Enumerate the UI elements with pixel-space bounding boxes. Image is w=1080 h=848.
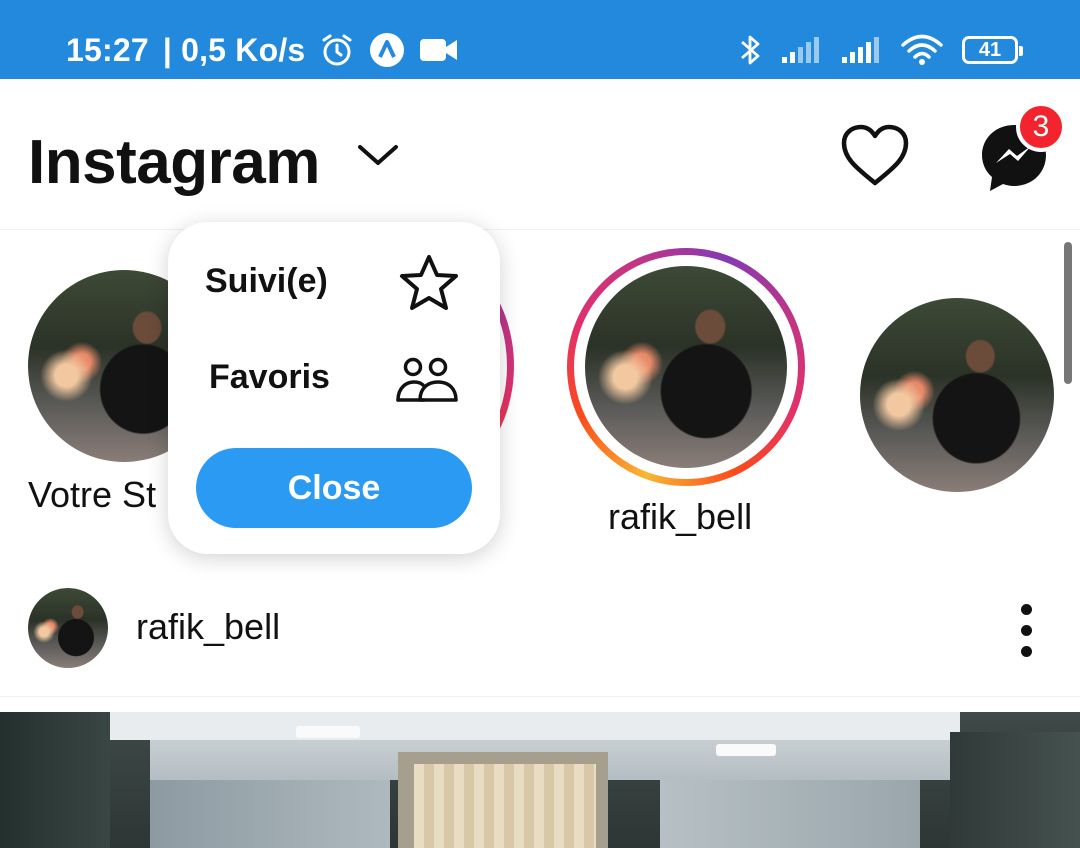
people-icon xyxy=(394,356,460,411)
story-label-rafik-bell: rafik_bell xyxy=(608,496,753,537)
status-bar: 15:27 | 0,5 Ko/s 41 xyxy=(0,0,1080,79)
status-bar-right: 41 xyxy=(738,28,1023,72)
video-camera-icon xyxy=(419,35,459,65)
signal-1-icon xyxy=(780,35,822,65)
battery-level: 41 xyxy=(978,38,1002,61)
menu-item-following[interactable]: Suivi(e) xyxy=(168,242,500,322)
avatar xyxy=(585,266,787,468)
wifi-icon xyxy=(900,34,944,66)
scrollbar[interactable] xyxy=(1064,242,1072,384)
more-vertical-icon[interactable] xyxy=(1010,590,1042,670)
post-image[interactable] xyxy=(0,712,1080,848)
feed-menu-popup: Suivi(e) Favoris Close xyxy=(168,222,500,554)
story-rafik-bell[interactable] xyxy=(567,248,805,486)
chevron-down-icon[interactable] xyxy=(356,141,400,176)
app-header: Instagram 3 xyxy=(0,79,1080,230)
menu-item-label: Suivi(e) xyxy=(205,262,328,300)
close-button[interactable]: Close xyxy=(196,448,472,528)
notifications-badge: 3 xyxy=(1016,102,1066,152)
star-icon xyxy=(396,252,462,321)
menu-item-favorites[interactable]: Favoris xyxy=(168,338,500,418)
menu-item-label: Favoris xyxy=(209,358,330,396)
status-bar-left: 15:27 | 0,5 Ko/s xyxy=(66,28,459,72)
post-header: rafik_bell xyxy=(0,570,1080,697)
battery-icon: 41 xyxy=(962,36,1023,64)
signal-2-icon xyxy=(840,35,882,65)
clock: 15:27 xyxy=(66,31,149,68)
story-label-own: Votre St xyxy=(28,474,157,515)
avatar[interactable] xyxy=(28,588,108,668)
avatar xyxy=(860,298,1054,492)
app-a-icon xyxy=(369,32,405,68)
post-username[interactable]: rafik_bell xyxy=(136,606,280,648)
bluetooth-icon xyxy=(738,32,762,68)
network-speed: | 0,5 Ko/s xyxy=(162,31,306,68)
app-title: Instagram xyxy=(28,128,320,197)
alarm-icon xyxy=(319,32,355,68)
story-fourth[interactable] xyxy=(860,298,1054,492)
heart-icon[interactable] xyxy=(838,123,912,194)
